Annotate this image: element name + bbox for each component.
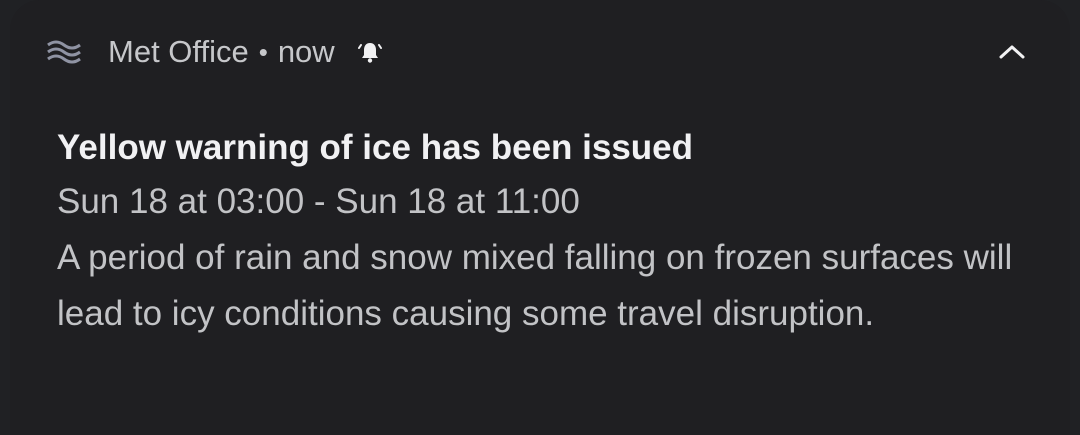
collapse-button[interactable] — [990, 34, 1034, 70]
chevron-up-icon — [999, 45, 1025, 59]
met-office-waves-icon — [46, 36, 90, 68]
bell-ringing-icon — [357, 39, 383, 65]
notification-content[interactable]: Yellow warning of ice has been issued Su… — [57, 122, 1030, 342]
notification-time-range: Sun 18 at 03:00 - Sun 18 at 11:00 — [57, 182, 580, 221]
separator-dot: • — [258, 37, 268, 67]
notification-body: A period of rain and snow mixed falling … — [57, 238, 1013, 333]
notification-header: Met Office • now — [46, 30, 1034, 74]
app-name: Met Office — [108, 34, 249, 69]
notification-card[interactable]: Met Office • now Yellow warning of ice h… — [10, 0, 1070, 435]
notification-title: Yellow warning of ice has been issued — [57, 128, 694, 167]
notification-time: now — [277, 34, 335, 69]
